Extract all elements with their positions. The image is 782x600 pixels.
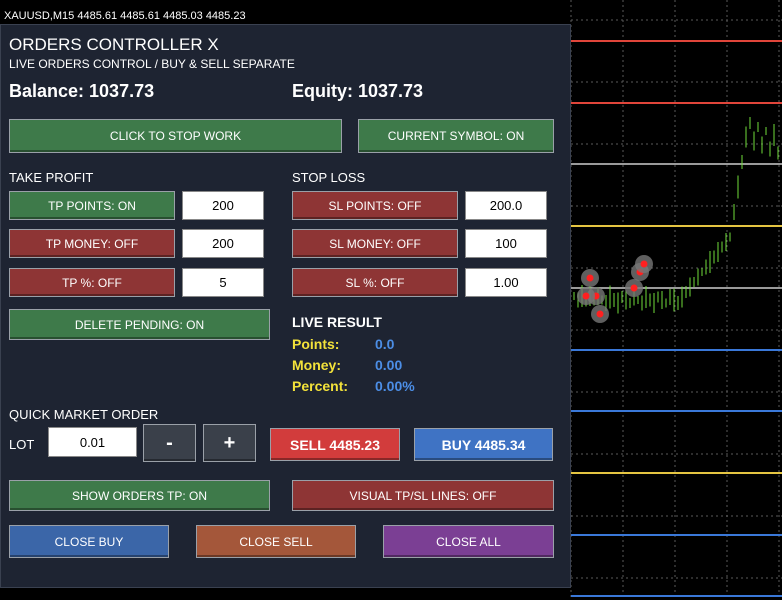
live-money-label: Money:: [292, 357, 341, 373]
tp-money-input[interactable]: 200: [182, 229, 264, 258]
equity-label: Equity: 1037.73: [292, 81, 424, 101]
sl-percent-input[interactable]: 1.00: [465, 268, 547, 297]
orders-controller-panel: ORDERS CONTROLLER X LIVE ORDERS CONTROL …: [0, 24, 571, 588]
sl-percent-button[interactable]: SL %: OFF: [292, 268, 458, 297]
order-marker: [640, 260, 648, 268]
close-all-button[interactable]: CLOSE ALL: [383, 525, 554, 558]
live-money-value: 0.00: [375, 357, 403, 373]
live-points-label: Points:: [292, 336, 340, 352]
take-profit-header: TAKE PROFIT: [9, 170, 94, 185]
lot-increase-button[interactable]: +: [203, 424, 256, 462]
panel-subtitle: LIVE ORDERS CONTROL / BUY & SELL SEPARAT…: [9, 57, 295, 71]
candles: [573, 117, 779, 314]
order-marker: [586, 274, 594, 282]
tp-points-input[interactable]: 200: [182, 191, 264, 220]
panel-title: ORDERS CONTROLLER X: [9, 35, 219, 54]
live-points-value: 0.0: [375, 336, 395, 352]
quick-order-header: QUICK MARKET ORDER: [9, 407, 159, 422]
ticker-ohlc: 4485.61 4485.61 4485.03 4485.23: [77, 10, 246, 22]
current-symbol-button[interactable]: CURRENT SYMBOL: ON: [358, 119, 554, 153]
live-result-header: LIVE RESULT: [292, 314, 382, 330]
visual-lines-button[interactable]: VISUAL TP/SL LINES: OFF: [292, 480, 554, 511]
tp-percent-input[interactable]: 5: [182, 268, 264, 297]
close-buy-button[interactable]: CLOSE BUY: [9, 525, 169, 558]
sell-button[interactable]: SELL 4485.23: [270, 428, 400, 461]
order-marker: [582, 292, 590, 300]
sl-money-input[interactable]: 100: [465, 229, 547, 258]
lot-label: LOT: [9, 437, 35, 452]
sl-points-button[interactable]: SL POINTS: OFF: [292, 191, 458, 220]
live-percent-label: Percent:: [292, 378, 349, 394]
order-marker: [596, 310, 604, 318]
order-marker: [630, 284, 638, 292]
delete-pending-button[interactable]: DELETE PENDING: ON: [9, 309, 270, 340]
close-sell-button[interactable]: CLOSE SELL: [196, 525, 356, 558]
stop-loss-header: STOP LOSS: [292, 170, 366, 185]
sl-money-button[interactable]: SL MONEY: OFF: [292, 229, 458, 258]
sl-points-input[interactable]: 200.0: [465, 191, 547, 220]
tp-money-button[interactable]: TP MONEY: OFF: [9, 229, 175, 258]
stop-work-button[interactable]: CLICK TO STOP WORK: [9, 119, 342, 153]
lot-input[interactable]: 0.01: [48, 427, 137, 457]
ticker-symbol: XAUUSD,M15: [4, 10, 75, 22]
live-percent-value: 0.00%: [375, 378, 415, 394]
buy-button[interactable]: BUY 4485.34: [414, 428, 553, 461]
lot-decrease-button[interactable]: -: [143, 424, 196, 462]
tp-points-button[interactable]: TP POINTS: ON: [9, 191, 175, 220]
tp-percent-button[interactable]: TP %: OFF: [9, 268, 175, 297]
show-orders-tp-button[interactable]: SHOW ORDERS TP: ON: [9, 480, 270, 511]
balance-label: Balance: 1037.73: [9, 81, 155, 101]
chart-ticker: XAUUSD,M15 4485.61 4485.61 4485.03 4485.…: [0, 8, 250, 24]
